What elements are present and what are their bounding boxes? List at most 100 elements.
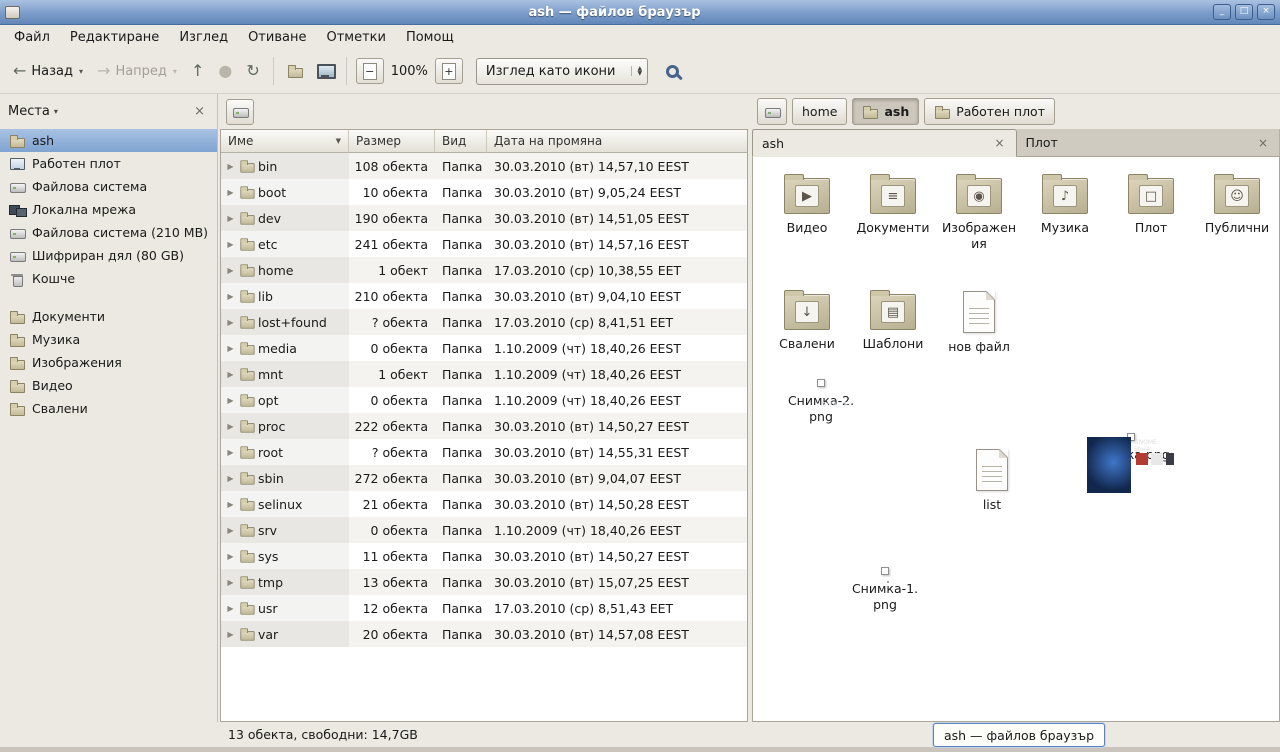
stop-button[interactable]: ●	[211, 58, 239, 84]
table-row[interactable]: dev 190 обекта Папка 30.03.2010 (вт) 14,…	[221, 205, 747, 231]
chevron-down-icon[interactable]: ▾	[79, 67, 83, 76]
table-row[interactable]: lib 210 обекта Папка 30.03.2010 (вт) 9,0…	[221, 283, 747, 309]
column-header-date[interactable]: Дата на промяна	[487, 130, 747, 153]
crumb-home[interactable]: home	[792, 98, 847, 125]
sidebar-item[interactable]: Шифриран дял (80 GB)	[0, 244, 217, 267]
folder-item-downloads[interactable]: ↓ Свалени	[765, 289, 849, 355]
computer-button[interactable]	[310, 57, 340, 85]
zoom-out-button[interactable]: −	[356, 58, 384, 84]
sidebar-item[interactable]: Видео	[0, 374, 217, 397]
table-row[interactable]: proc 222 обекта Папка 30.03.2010 (вт) 14…	[221, 413, 747, 439]
expander-icon[interactable]	[225, 396, 236, 405]
column-header-type[interactable]: Вид	[435, 130, 487, 153]
table-row[interactable]: sys 11 обекта Папка 30.03.2010 (вт) 14,5…	[221, 543, 747, 569]
back-button[interactable]: ← Назад ▾	[6, 58, 90, 85]
file-item-snimka[interactable]: GNOME Store Снимка.png	[1073, 433, 1189, 463]
expander-icon[interactable]	[225, 448, 236, 457]
maximize-button[interactable]: □	[1235, 4, 1253, 20]
table-row[interactable]: lost+found ? обекта Папка 17.03.2010 (ср…	[221, 309, 747, 335]
file-item-list[interactable]: list	[957, 447, 1027, 513]
menu-item[interactable]: Помощ	[396, 27, 464, 48]
forward-button[interactable]: → Напред ▾	[90, 58, 184, 85]
expander-icon[interactable]	[225, 526, 236, 535]
expander-icon[interactable]	[225, 474, 236, 483]
table-row[interactable]: tmp 13 обекта Папка 30.03.2010 (вт) 15,0…	[221, 569, 747, 595]
expander-icon[interactable]	[225, 266, 236, 275]
table-row[interactable]: etc 241 обекта Папка 30.03.2010 (вт) 14,…	[221, 231, 747, 257]
sidebar-close-icon[interactable]: ×	[190, 104, 209, 119]
sidebar-title[interactable]: Места	[8, 104, 50, 119]
folder-item[interactable]: ▶ Видео	[765, 173, 849, 251]
expander-icon[interactable]	[225, 604, 236, 613]
close-button[interactable]: ×	[1257, 4, 1275, 20]
menu-item[interactable]: Отиване	[238, 27, 316, 48]
folder-item-templates[interactable]: ▤ Шаблони	[851, 289, 935, 355]
view-mode-select[interactable]: Изглед като икони ▲ ▼	[476, 58, 648, 85]
table-row[interactable]: bin 108 обекта Папка 30.03.2010 (вт) 14,…	[221, 153, 747, 179]
folder-item[interactable]: ≡ Документи	[851, 173, 935, 251]
crumb-ash[interactable]: ash	[852, 98, 919, 125]
icon-view[interactable]: ▶ Видео ≡ Документи ◉ Изображения ♪ Музи…	[752, 157, 1280, 722]
table-row[interactable]: opt 0 обекта Папка 1.10.2009 (чт) 18,40,…	[221, 387, 747, 413]
column-header-size[interactable]: Размер	[349, 130, 435, 153]
tab-close-icon[interactable]: ×	[1256, 136, 1270, 150]
sidebar-item[interactable]: Изображения	[0, 351, 217, 374]
sidebar-item[interactable]: ash	[0, 129, 217, 152]
file-item-new-file[interactable]: нов файл	[937, 289, 1021, 355]
location-button[interactable]	[226, 99, 254, 125]
table-row[interactable]: media 0 обекта Папка 1.10.2009 (чт) 18,4…	[221, 335, 747, 361]
expander-icon[interactable]	[225, 292, 236, 301]
zoom-in-button[interactable]: +	[435, 58, 463, 84]
tab-ash[interactable]: ash ×	[752, 129, 1017, 157]
expander-icon[interactable]	[225, 162, 236, 171]
expander-icon[interactable]	[225, 500, 236, 509]
folder-item[interactable]: ☺ Публични	[1195, 173, 1279, 251]
table-row[interactable]: boot 10 обекта Папка 30.03.2010 (вт) 9,0…	[221, 179, 747, 205]
up-button[interactable]: ↑	[184, 58, 211, 84]
column-header-name[interactable]: Име ▼	[221, 130, 349, 153]
crumb-desktop[interactable]: Работен плот	[924, 98, 1055, 125]
table-row[interactable]: usr 12 обекта Папка 17.03.2010 (ср) 8,51…	[221, 595, 747, 621]
sidebar-item[interactable]: Свалени	[0, 397, 217, 420]
table-row[interactable]: srv 0 обекта Папка 1.10.2009 (чт) 18,40,…	[221, 517, 747, 543]
menu-item[interactable]: Отметки	[316, 27, 395, 48]
table-row[interactable]: mnt 1 обект Папка 1.10.2009 (чт) 18,40,2…	[221, 361, 747, 387]
sidebar-item[interactable]: Документи	[0, 305, 217, 328]
menu-item[interactable]: Файл	[4, 27, 60, 48]
expander-icon[interactable]	[225, 630, 236, 639]
sidebar-item[interactable]: Файлова система (210 MB)	[0, 221, 217, 244]
tab-close-icon[interactable]: ×	[992, 136, 1006, 150]
table-row[interactable]: var 20 обекта Папка 30.03.2010 (вт) 14,5…	[221, 621, 747, 647]
home-button[interactable]	[280, 57, 310, 85]
expander-icon[interactable]	[225, 214, 236, 223]
sidebar-item[interactable]: Кошче	[0, 267, 217, 290]
chevron-down-icon[interactable]: ▾	[54, 107, 58, 116]
sidebar-item[interactable]: Работен плот	[0, 152, 217, 175]
folder-item[interactable]: □ Плот	[1109, 173, 1193, 251]
sidebar-item[interactable]: Музика	[0, 328, 217, 351]
expander-icon[interactable]	[225, 240, 236, 249]
title-bar[interactable]: ash — файлов браузър _ □ ×	[0, 0, 1280, 25]
folder-item[interactable]: ♪ Музика	[1023, 173, 1107, 251]
expander-icon[interactable]	[225, 344, 236, 353]
expander-icon[interactable]	[225, 370, 236, 379]
root-crumb-button[interactable]	[757, 98, 787, 125]
menu-item[interactable]: Редактиране	[60, 27, 169, 48]
table-row[interactable]: root ? обекта Папка 30.03.2010 (вт) 14,5…	[221, 439, 747, 465]
sidebar-item[interactable]: Локална мрежа	[0, 198, 217, 221]
folder-item[interactable]: ◉ Изображения	[937, 173, 1021, 251]
search-button[interactable]	[658, 59, 687, 84]
file-item-snimka1[interactable]: Снимка-1.png	[827, 567, 943, 612]
reload-button[interactable]: ↻	[239, 58, 266, 84]
expander-icon[interactable]	[225, 318, 236, 327]
table-row[interactable]: selinux 21 обекта Папка 30.03.2010 (вт) …	[221, 491, 747, 517]
expander-icon[interactable]	[225, 552, 236, 561]
expander-icon[interactable]	[225, 188, 236, 197]
sidebar-item[interactable]: Файлова система	[0, 175, 217, 198]
minimize-button[interactable]: _	[1213, 4, 1231, 20]
expander-icon[interactable]	[225, 422, 236, 431]
file-item-snimka2[interactable]: GUADEC Снимка-2.png	[765, 379, 877, 424]
menu-item[interactable]: Изглед	[169, 27, 238, 48]
tab-plot[interactable]: Плот ×	[1017, 129, 1280, 156]
table-row[interactable]: home 1 обект Папка 17.03.2010 (ср) 10,38…	[221, 257, 747, 283]
